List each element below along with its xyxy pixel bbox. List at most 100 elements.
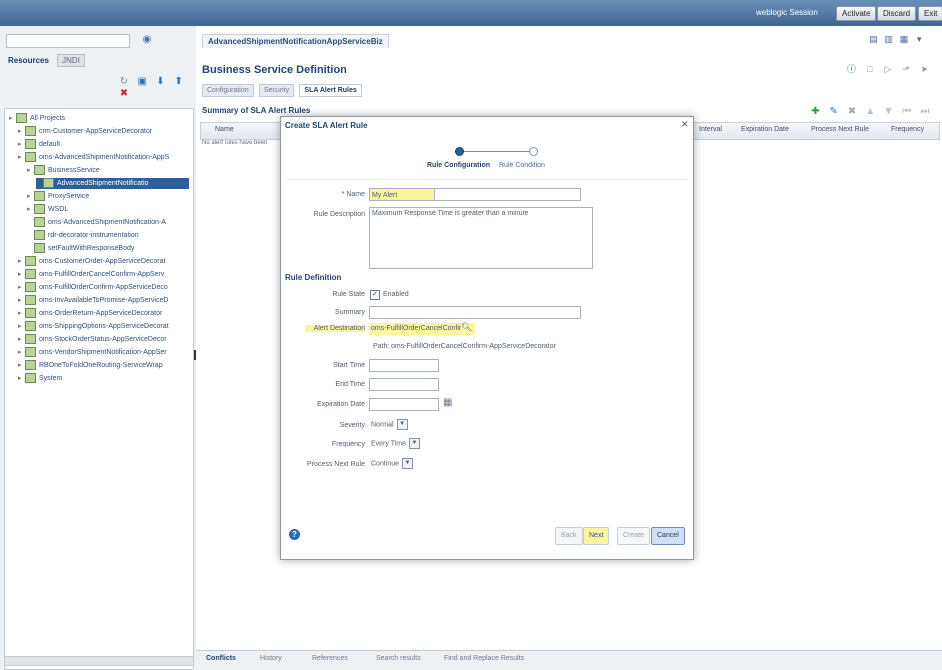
tree-node[interactable]: ▸ oms-VendorShipmentNotification-AppSer: [18, 347, 167, 359]
discard-button[interactable]: Discard: [877, 6, 917, 21]
expand-toggle-icon[interactable]: ▸: [9, 113, 16, 125]
col-name[interactable]: Name: [215, 126, 234, 133]
tree-node[interactable]: setFaultWithResponseBody: [27, 243, 134, 255]
expand-toggle-icon[interactable]: ▸: [18, 139, 25, 151]
expand-toggle-icon[interactable]: ▸: [18, 308, 25, 320]
alert-destination-value[interactable]: oms-FulfillOrderCancelConfir: [369, 323, 475, 335]
expand-toggle-icon[interactable]: ▸: [27, 191, 34, 203]
move-up-icon[interactable]: ▲: [865, 106, 876, 117]
tab-security[interactable]: Security: [258, 84, 295, 97]
expand-toggle-icon[interactable]: ▸: [18, 126, 25, 138]
process-next-rule-select[interactable]: Continue ▼: [371, 458, 414, 469]
tree-node[interactable]: ▸ All Projects: [9, 113, 65, 125]
tree-node[interactable]: ▸ ProxyService: [27, 191, 89, 203]
col-process-next-rule[interactable]: Process Next Rule: [811, 126, 869, 133]
name-input[interactable]: My Alert: [369, 188, 435, 201]
tab-history[interactable]: History: [260, 655, 282, 662]
tree-node[interactable]: ▸ default: [18, 139, 60, 151]
delete-rule-icon[interactable]: ✖: [846, 106, 857, 117]
tree-node[interactable]: ▸ crm-Customer-AppServiceDecorator: [18, 126, 152, 138]
tree-node[interactable]: ▸ oms-FulfillOrderConfirm-AppServiceDeco: [18, 282, 168, 294]
exit-button[interactable]: Exit: [918, 6, 942, 21]
tab-jndi[interactable]: JNDI: [57, 54, 85, 67]
tab-conflicts[interactable]: Conflicts: [206, 655, 236, 662]
close-icon[interactable]: ✕: [681, 119, 689, 130]
expand-toggle-icon[interactable]: ▸: [18, 256, 25, 268]
refresh-icon[interactable]: ↻: [118, 76, 130, 88]
search-icon[interactable]: ◉: [140, 34, 154, 46]
horizontal-scrollbar[interactable]: [4, 656, 194, 666]
tree-node[interactable]: ▸ System: [18, 373, 62, 385]
back-button[interactable]: Back: [555, 527, 583, 545]
start-time-input[interactable]: [369, 359, 439, 372]
severity-select[interactable]: Normal ▼: [371, 419, 408, 430]
activate-button[interactable]: Activate: [836, 6, 877, 21]
summary-input[interactable]: [369, 306, 581, 319]
create-button[interactable]: Create: [617, 527, 651, 545]
tree-node[interactable]: ▸ oms-CustomerOrder-AppServiceDecorat: [18, 256, 165, 268]
tree-node[interactable]: ▸ BusinessService: [27, 165, 100, 177]
expand-toggle-icon[interactable]: ▸: [18, 269, 25, 281]
expand-toggle-icon[interactable]: ▸: [18, 347, 25, 359]
expand-toggle-icon[interactable]: ▸: [18, 282, 25, 294]
step-rule-condition[interactable]: Rule Condition: [499, 162, 545, 169]
help-icon[interactable]: ?: [289, 529, 300, 540]
tree-node[interactable]: ▸ oms-InvAvailableToPromise-AppServiceD: [18, 295, 168, 307]
play-icon[interactable]: ▷: [882, 64, 893, 75]
tab-references[interactable]: References: [312, 655, 348, 662]
tab-resources[interactable]: Resources: [4, 55, 53, 66]
end-time-input[interactable]: [369, 378, 439, 391]
cancel-button[interactable]: Cancel: [651, 527, 685, 545]
save-icon[interactable]: ▤: [868, 34, 879, 45]
resource-search-input[interactable]: [6, 34, 130, 48]
expand-toggle-icon[interactable]: ▸: [27, 165, 34, 177]
frequency-select[interactable]: Every Time ▼: [371, 438, 421, 449]
next-button[interactable]: Next: [583, 527, 610, 545]
expand-toggle-icon[interactable]: ▸: [18, 373, 25, 385]
tree-node[interactable]: ▸ RBOneToFoldOneRouting-ServiceWrap: [18, 360, 163, 372]
tree-node[interactable]: ▸ oms-ShippingOptions-AppServiceDecorat: [18, 321, 169, 333]
create-resource-icon[interactable]: ▣: [136, 76, 148, 88]
expand-toggle-icon[interactable]: ▸: [18, 321, 25, 333]
tree-node[interactable]: AdvancedShipmentNotificatio: [36, 178, 189, 189]
search-icon[interactable]: 🔍︎: [461, 322, 472, 333]
tree-node[interactable]: oms-AdvancedShipmentNotification-A: [27, 217, 166, 229]
tree-node[interactable]: ▸ WSDL: [27, 204, 68, 216]
step-1-marker[interactable]: [455, 147, 464, 156]
tree-node[interactable]: ▸ oms-FulfillOrderCancelConfirm-AppServ: [18, 269, 164, 281]
col-expiration-date[interactable]: Expiration Date: [741, 126, 789, 133]
menu-icon[interactable]: ▾: [914, 34, 925, 45]
export-icon[interactable]: ⬆: [173, 76, 185, 88]
expand-toggle-icon[interactable]: ▸: [27, 204, 34, 216]
tree-node[interactable]: ▸ oms-AdvancedShipmentNotification-AppS: [18, 152, 169, 164]
expand-toggle-icon[interactable]: ▸: [18, 152, 25, 164]
tree-node[interactable]: rdr-decorator-instrumentation: [27, 230, 139, 242]
print-icon[interactable]: ▦: [898, 34, 909, 45]
export-icon[interactable]: ⬏: [901, 64, 912, 75]
move-down-icon[interactable]: ▼: [883, 106, 894, 117]
tree-node[interactable]: ▸ oms-OrderReturn-AppServiceDecorator: [18, 308, 162, 320]
add-icon[interactable]: ✚: [810, 106, 821, 117]
tab-search-results[interactable]: Search results: [376, 655, 421, 662]
last-icon[interactable]: ⏭: [919, 106, 930, 117]
expand-toggle-icon[interactable]: ▸: [18, 334, 25, 346]
col-interval[interactable]: Interval: [699, 126, 722, 133]
info-icon[interactable]: ⓘ: [846, 64, 857, 75]
tree-node[interactable]: ▸ oms-StockOrderStatus-AppServiceDecor: [18, 334, 167, 346]
rule-description-textarea[interactable]: Maximum Response Time is greater than a …: [369, 207, 593, 269]
step-2-marker[interactable]: [529, 147, 538, 156]
tab-sla-alert-rules[interactable]: SLA Alert Rules: [299, 84, 362, 97]
launch-icon[interactable]: ➤: [919, 64, 930, 75]
rule-state-checkbox[interactable]: ✓: [370, 290, 380, 300]
edit-icon[interactable]: ✎: [828, 106, 839, 117]
expand-toggle-icon[interactable]: ▸: [18, 295, 25, 307]
import-icon[interactable]: ⬇: [154, 76, 166, 88]
first-icon[interactable]: ⏮: [901, 106, 912, 117]
tab-find-replace[interactable]: Find and Replace Results: [444, 655, 524, 662]
expiration-date-input[interactable]: [369, 398, 439, 411]
document-tab[interactable]: AdvancedShipmentNotificationAppServiceBi…: [202, 34, 389, 48]
tab-configuration[interactable]: Configuration: [202, 84, 254, 97]
name-input-rest[interactable]: [435, 188, 581, 201]
doc-icon[interactable]: □: [864, 64, 875, 75]
delete-icon[interactable]: ✖: [118, 88, 130, 100]
